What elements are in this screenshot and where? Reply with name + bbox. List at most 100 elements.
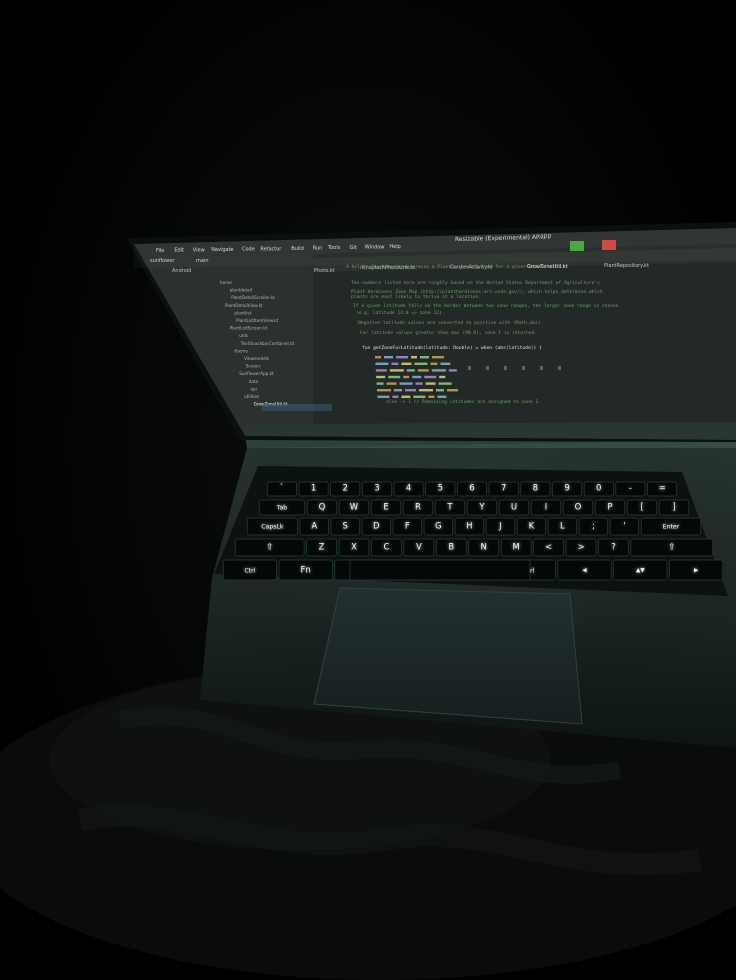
tree-item[interactable]: home — [220, 280, 232, 285]
key-label: ⇧ — [266, 543, 273, 553]
code-token — [414, 362, 428, 365]
tree-item[interactable]: SunflowerApp.kt — [239, 371, 274, 376]
code-token — [413, 395, 426, 398]
key-label: 8 — [533, 484, 538, 494]
code-token — [425, 382, 436, 385]
code-token — [405, 389, 416, 392]
key-label: ; — [592, 522, 595, 532]
tree-item[interactable]: PlantListScreen.kt — [230, 326, 268, 331]
key-label: ▴▾ — [636, 565, 645, 575]
key-label: P — [607, 502, 612, 512]
laptop-photo: ` 1 2 3 4 5 6 7 8 9 0 - = Tab Q W E R T Y U I O P [] CapsLk A S D F G H… — [0, 222, 736, 980]
key-label: CapsLk — [261, 524, 284, 531]
key-label: = — [659, 484, 666, 494]
project-view-label[interactable]: Android — [172, 268, 191, 274]
gutter-mark — [558, 366, 561, 370]
code-comment: else -> 1 // Remaining latitudes are ass… — [386, 399, 541, 405]
tree-item[interactable]: utilities — [244, 394, 259, 399]
code-token — [420, 356, 429, 359]
tree-item[interactable]: PlantDetailView.kt — [225, 303, 263, 308]
key-label: S — [343, 522, 348, 532]
code-function-signature: fun getZoneForLatitude(latitude: Double)… — [362, 345, 542, 351]
key-label: 9 — [564, 484, 569, 494]
code-token — [403, 375, 410, 379]
key-label: T — [446, 502, 453, 512]
code-token — [411, 356, 417, 359]
space-bar[interactable] — [349, 559, 531, 581]
code-token — [440, 362, 451, 365]
code-token — [396, 356, 408, 359]
tree-item[interactable]: utils — [239, 333, 248, 338]
key-label: [ — [640, 502, 643, 512]
key-label: 1 — [311, 484, 316, 494]
tree-item[interactable]: Screen — [246, 364, 261, 369]
code-token — [375, 362, 389, 365]
gutter-mark — [540, 366, 543, 370]
code-token — [392, 395, 399, 398]
code-token — [401, 362, 412, 365]
key-label: U — [511, 502, 517, 512]
code-comment: Negative latitude values are converted t… — [358, 320, 543, 326]
code-token — [384, 356, 393, 359]
code-token — [415, 382, 423, 385]
tree-item[interactable]: api — [250, 386, 256, 391]
code-token — [438, 382, 452, 385]
code-token — [431, 369, 446, 372]
code-token — [375, 369, 387, 372]
photo-scene: ` 1 2 3 4 5 6 7 8 9 0 - = Tab Q W E R T Y U I O P [] CapsLk A S D F G H… — [0, 0, 736, 980]
key-label: 0 — [596, 484, 601, 494]
code-comment: The numbers listed here are roughly base… — [351, 280, 600, 286]
code-token — [447, 389, 458, 392]
code-token — [432, 356, 444, 359]
code-token — [394, 389, 402, 392]
tree-item[interactable]: TextSnackbarContainer.kt — [240, 341, 295, 346]
code-token — [401, 395, 411, 398]
key-label: Tab — [276, 504, 288, 511]
gutter-mark — [522, 366, 525, 370]
key-label: Ctrl — [244, 567, 255, 574]
tree-item[interactable]: PlantListItemView.kt — [236, 318, 279, 323]
breadcrumb[interactable]: Photo.kt — [314, 268, 335, 274]
key-label: N — [481, 543, 487, 553]
code-comment: A helper function to determine a Plant's… — [346, 264, 553, 270]
key-label: Z — [319, 543, 325, 553]
key-label: F — [405, 522, 410, 532]
code-token — [437, 395, 447, 398]
key-label: L — [560, 522, 565, 532]
key-label: Y — [478, 502, 485, 512]
code-token — [436, 389, 444, 392]
key-label: I — [545, 502, 548, 512]
key-label: ] — [672, 502, 675, 512]
tree-item[interactable]: Viewmodels — [244, 356, 269, 361]
key-label: H — [466, 522, 472, 532]
tree-item[interactable]: plantlist — [234, 310, 251, 315]
code-token — [428, 395, 435, 398]
editor-tab[interactable]: PlantRepository.kt — [604, 263, 649, 269]
code-token — [439, 375, 446, 379]
tree-item[interactable]: plantdetail — [230, 288, 252, 293]
tree-item[interactable]: theme — [234, 348, 248, 353]
key-label: 2 — [343, 484, 348, 494]
key-label: G — [435, 522, 442, 532]
key-label: M — [512, 543, 519, 553]
tree-selection — [262, 404, 332, 411]
trackpad[interactable] — [313, 587, 583, 725]
gutter-mark — [468, 366, 471, 370]
code-token — [424, 375, 437, 379]
key-label: ' — [623, 522, 625, 532]
code-token — [377, 389, 391, 392]
key-label: W — [350, 502, 359, 512]
key-label: 5 — [438, 484, 443, 494]
key-label: V — [416, 543, 422, 553]
gutter-mark — [486, 366, 489, 370]
code-token — [430, 362, 438, 365]
tree-item[interactable]: data — [249, 379, 259, 384]
code-comment: For latitude values greater than max (90… — [360, 330, 537, 336]
key-label: D — [373, 522, 380, 532]
tree-item[interactable]: PlantDetailScroller.kt — [231, 295, 275, 300]
code-token — [376, 382, 384, 385]
key-label: ? — [611, 543, 616, 553]
key-label: K — [529, 522, 535, 532]
code-token — [412, 375, 422, 379]
key-label: J — [498, 522, 502, 532]
